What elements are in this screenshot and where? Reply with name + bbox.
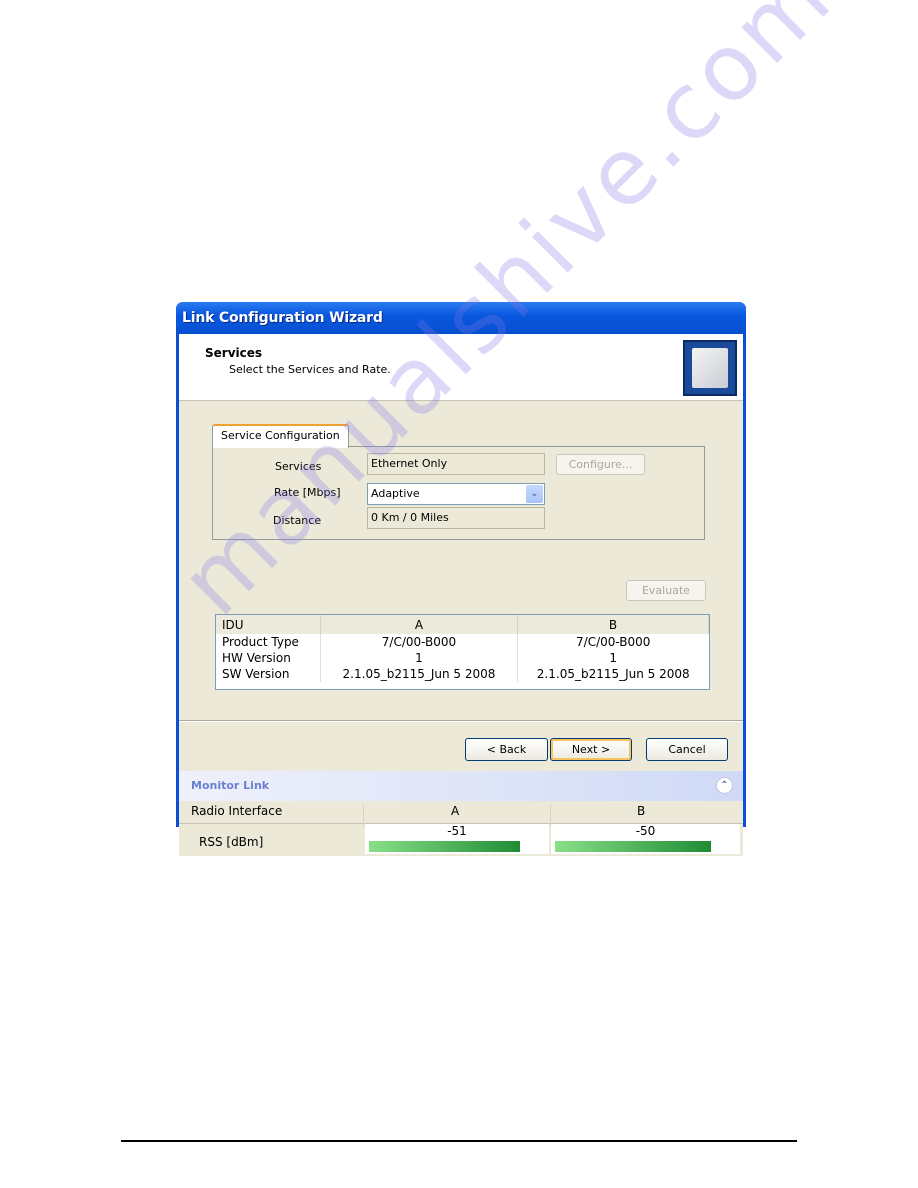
service-configuration-panel: Services Ethernet Only Configure... Rate…: [212, 446, 705, 540]
services-field: Ethernet Only: [367, 453, 545, 475]
footer-rule: [121, 1140, 797, 1142]
table-row: SW Version 2.1.05_b2115_Jun 5 2008 2.1.0…: [216, 666, 709, 682]
column-header: B: [517, 615, 709, 634]
cell-b: 7/C/00-B000: [517, 634, 709, 650]
collapse-icon[interactable]: ⌃: [716, 777, 733, 794]
rss-bar-b: [555, 841, 711, 852]
divider: [179, 720, 743, 722]
rss-cell-b: -50: [551, 824, 740, 854]
page-title: Services: [205, 346, 263, 360]
monitor-link-header: Monitor Link ⌃: [179, 771, 743, 801]
rate-select-value: Adaptive: [371, 487, 420, 500]
cell-b: 2.1.05_b2115_Jun 5 2008: [517, 666, 709, 682]
rss-value-a: -51: [447, 824, 467, 838]
cell-a: 1: [320, 650, 518, 666]
cell-b: 1: [517, 650, 709, 666]
idu-table: IDU A B Product Type 7/C/00-B000 7/C/00-…: [215, 614, 710, 690]
monitor-link-title: Monitor Link: [191, 779, 270, 792]
column-divider: [550, 804, 551, 826]
row-label: Product Type: [222, 635, 299, 649]
cancel-button[interactable]: Cancel: [646, 738, 728, 761]
table-header-row: IDU A B: [216, 615, 709, 634]
services-label: Services: [275, 460, 322, 473]
back-button[interactable]: < Back: [465, 738, 548, 761]
column-header: Radio Interface: [191, 804, 283, 818]
rss-bar-a: [369, 841, 520, 852]
next-button[interactable]: Next >: [550, 738, 632, 761]
rate-label: Rate [Mbps]: [274, 486, 341, 499]
column-header: IDU: [216, 615, 321, 634]
distance-label: Distance: [273, 514, 322, 527]
cell-a: 7/C/00-B000: [320, 634, 518, 650]
monitor-link-table: Radio Interface A B RSS [dBm] -51 -50: [179, 801, 743, 856]
page-subtitle: Select the Services and Rate.: [229, 363, 391, 376]
evaluate-button[interactable]: Evaluate: [626, 580, 706, 601]
antenna-icon: [683, 340, 737, 396]
rss-row: RSS [dBm] -51 -50: [179, 824, 743, 854]
column-divider: [363, 804, 364, 826]
rss-cell-a: -51: [365, 824, 549, 854]
rate-select[interactable]: Adaptive ⌄: [367, 483, 545, 505]
rss-value-b: -50: [635, 824, 656, 838]
rss-label: RSS [dBm]: [199, 835, 264, 849]
table-row: HW Version 1 1: [216, 650, 709, 666]
wizard-client: Services Select the Services and Rate. S…: [179, 334, 743, 856]
configure-button[interactable]: Configure...: [556, 454, 645, 475]
column-header: A: [451, 804, 460, 818]
wizard-header: Services Select the Services and Rate.: [179, 334, 743, 401]
column-header: B: [637, 804, 646, 818]
distance-field: 0 Km / 0 Miles: [367, 507, 545, 529]
cell-a: 2.1.05_b2115_Jun 5 2008: [320, 666, 518, 682]
window-title: Link Configuration Wizard: [182, 310, 383, 326]
monitor-header-row: Radio Interface A B: [179, 801, 743, 826]
wizard-window: Link Configuration Wizard Services Selec…: [176, 302, 746, 856]
chevron-down-icon[interactable]: ⌄: [526, 485, 543, 503]
column-header: A: [320, 615, 518, 634]
title-bar[interactable]: Link Configuration Wizard: [176, 302, 746, 334]
tab-service-configuration[interactable]: Service Configuration: [212, 424, 349, 448]
table-row: Product Type 7/C/00-B000 7/C/00-B000: [216, 634, 709, 650]
row-label: HW Version: [222, 651, 291, 665]
row-label: SW Version: [222, 667, 290, 681]
